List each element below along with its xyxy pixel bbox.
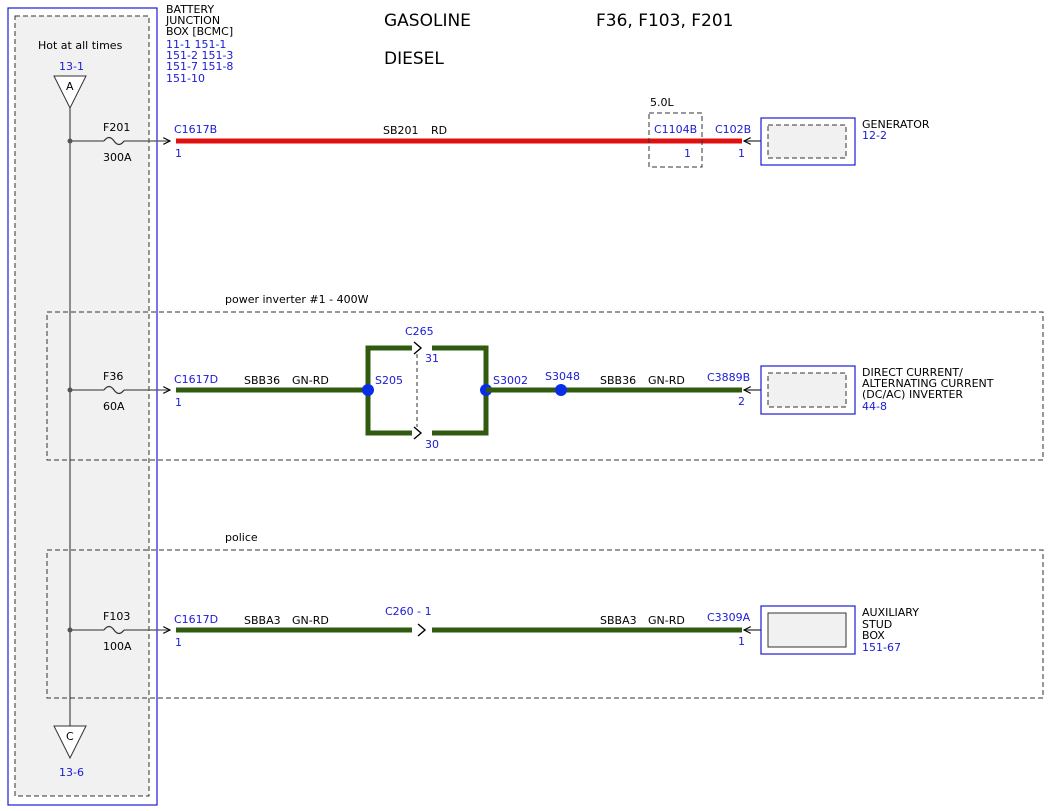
- gasoline-label: GASOLINE: [384, 11, 471, 31]
- c1617d-pin-police: 1: [175, 636, 182, 649]
- c265-connector[interactable]: C265: [405, 325, 434, 338]
- top-ref-link[interactable]: 13-1: [59, 60, 84, 73]
- wire-loop-bottom-left[interactable]: [365, 390, 412, 436]
- c1617b-pin: 1: [175, 147, 182, 160]
- c265-pin-31: 31: [425, 352, 439, 365]
- bjb-ref-line-4[interactable]: 151-10: [166, 72, 205, 85]
- splice-s3048-label: S3048: [545, 370, 580, 383]
- fuse-f36-rating: 60A: [103, 400, 125, 413]
- splice-s3002-label: S3002: [493, 374, 528, 387]
- wire-sbba3-left-color: GN-RD: [292, 614, 329, 627]
- c1617d-connector-inverter[interactable]: C1617D: [174, 373, 218, 386]
- wire-sbb36-left-label: SBB36: [244, 374, 280, 387]
- power-source-c-letter: C: [66, 730, 74, 743]
- diesel-label: DIESEL: [384, 49, 444, 69]
- wire-sbb36-right-color: GN-RD: [648, 374, 685, 387]
- c102b-pin: 1: [738, 147, 745, 160]
- c265-pin-30: 30: [425, 438, 439, 451]
- c3889b-pin: 2: [738, 395, 745, 408]
- fuse-f103-label: F103: [103, 610, 130, 623]
- fuse-f103-rating: 100A: [103, 640, 132, 653]
- fuse-f36-label: F36: [103, 370, 123, 383]
- c102b-connector[interactable]: C102B: [715, 123, 751, 136]
- group-power-inverter-label: power inverter #1 - 400W: [225, 293, 369, 306]
- splice-s205[interactable]: [362, 384, 374, 396]
- fuse-f201-rating: 300A: [103, 151, 132, 164]
- wire-sbba3-right-color: GN-RD: [648, 614, 685, 627]
- c1617d-pin-inverter: 1: [175, 396, 182, 409]
- aux-stud-box-ref-link[interactable]: 151-67: [862, 641, 901, 654]
- c1104b-pin: 1: [684, 147, 691, 160]
- c260-pin-arrow: [417, 623, 427, 637]
- c1617b-connector[interactable]: C1617B: [174, 123, 217, 136]
- wiring-diagram: GASOLINE DIESEL F36, F103, F201 BATTERY …: [7, 3, 1044, 806]
- wire-sbb36-right-label: SBB36: [600, 374, 636, 387]
- c1104b-connector[interactable]: C1104B: [654, 123, 697, 136]
- c265-pin-31-arrow: [413, 341, 423, 355]
- c3309a-connector[interactable]: C3309A: [707, 611, 751, 624]
- c1617d-connector-police[interactable]: C1617D: [174, 613, 218, 626]
- bottom-ref-link[interactable]: 13-6: [59, 766, 84, 779]
- c260-connector[interactable]: C260 - 1: [385, 605, 432, 618]
- c3309a-pin: 1: [738, 635, 745, 648]
- hot-at-all-times-label: Hot at all times: [38, 39, 123, 52]
- group-police-label: police: [225, 531, 258, 544]
- wire-loop-top-right[interactable]: [432, 345, 489, 390]
- wire-sb201-label: SB201: [383, 124, 419, 137]
- wire-sbb36-left-color: GN-RD: [292, 374, 329, 387]
- fuse-list-title: F36, F103, F201: [596, 11, 733, 31]
- generator-ref-link[interactable]: 12-2: [862, 129, 887, 142]
- c3889b-connector[interactable]: C3889B: [707, 371, 750, 384]
- wire-loop-bottom-right[interactable]: [432, 390, 489, 436]
- wire-sbba3-right-label: SBBA3: [600, 614, 637, 627]
- bjb-title-line-3: BOX [BCMC]: [166, 25, 233, 38]
- power-source-a-letter: A: [66, 80, 74, 93]
- wire-sb201-color: RD: [431, 124, 447, 137]
- inverter-ref-link[interactable]: 44-8: [862, 400, 887, 413]
- splice-s205-label: S205: [375, 374, 403, 387]
- splice-s3048[interactable]: [555, 384, 567, 396]
- engine-option-label: 5.0L: [650, 96, 674, 109]
- wire-sbba3-left-label: SBBA3: [244, 614, 281, 627]
- fuse-f201-label: F201: [103, 121, 130, 134]
- c265-pin-30-arrow: [413, 426, 423, 440]
